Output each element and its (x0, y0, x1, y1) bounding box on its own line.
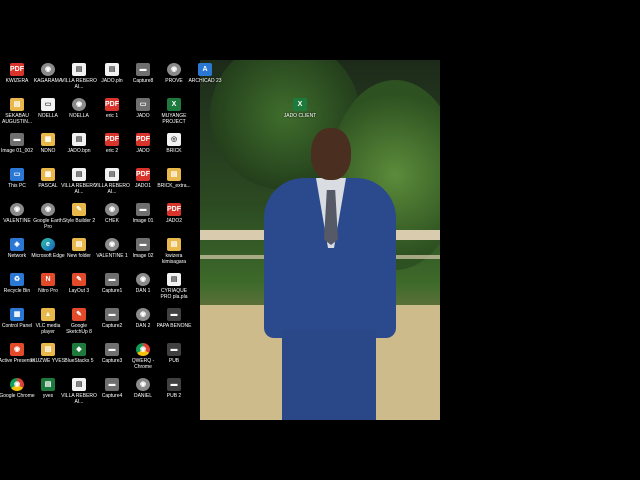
desktop-icon[interactable]: A ARCHICAD 23 (188, 63, 222, 99)
file-icon: ▤ (41, 378, 55, 391)
file-icon: ▤ (167, 168, 181, 181)
file-icon: A (198, 63, 212, 76)
file-icon: ▬ (105, 378, 119, 391)
file-icon: ◉ (41, 203, 55, 216)
file-icon: ▬ (105, 273, 119, 286)
file-icon: ◉ (10, 203, 24, 216)
file-icon: ◉ (41, 63, 55, 76)
desktop-icon[interactable]: ▤ kwizera kimisagara (157, 238, 191, 274)
desktop-icon[interactable]: ◎ BRICK (157, 133, 191, 169)
file-icon: PDF (10, 63, 24, 76)
desktop-icon[interactable]: ▤ VILLA REBERO AI... (61, 378, 97, 414)
desktop-icon[interactable]: ▤ JADO.bpn (62, 133, 96, 169)
file-icon: ▤ (72, 133, 86, 146)
desktop-icon-label: ARCHICAD 23 (188, 78, 222, 84)
desktop-icon[interactable]: X JADO CLIENT (283, 98, 317, 134)
file-icon: ▭ (10, 168, 24, 181)
desktop-icon-label: JADO CLIENT (283, 113, 317, 119)
file-icon: ▦ (41, 168, 55, 181)
file-icon: ✎ (72, 273, 86, 286)
file-icon: ◈ (10, 238, 24, 251)
file-icon: PDF (136, 133, 150, 146)
file-icon: ♻ (10, 273, 24, 286)
file-icon: ◉ (136, 308, 150, 321)
desktop-icon[interactable]: ▤ BRICK_extra... (157, 168, 191, 204)
file-icon: ▭ (136, 98, 150, 111)
file-icon: ◆ (72, 343, 86, 356)
file-icon: ▬ (105, 343, 119, 356)
file-icon: ◉ (10, 378, 24, 391)
file-icon: ◉ (72, 98, 86, 111)
file-icon: ▬ (10, 133, 24, 146)
file-icon: ▤ (105, 63, 119, 76)
desktop-icon[interactable]: ◆ BlueStacks 5 (62, 343, 96, 379)
file-icon: ▦ (10, 308, 24, 321)
file-icon: ◎ (167, 133, 181, 146)
person-trousers (282, 330, 376, 420)
person-head (311, 128, 351, 180)
file-icon: ✎ (72, 308, 86, 321)
file-icon: ▤ (72, 238, 86, 251)
desktop-icon-label: kwizera kimisagara (161, 253, 187, 265)
desktop-icon[interactable]: ✎ Style Builder 2 (62, 203, 96, 239)
file-icon: ▤ (72, 63, 86, 76)
file-icon: ▬ (136, 63, 150, 76)
file-icon: ◉ (167, 63, 181, 76)
file-icon: e (41, 238, 55, 251)
desktop-icon[interactable]: ▬ PUB (157, 343, 191, 379)
desktop-icon-label: JADO2 (165, 218, 183, 224)
file-icon: ▤ (167, 238, 181, 251)
file-icon: ▬ (136, 203, 150, 216)
desktop-icon[interactable]: ▬ PAPA BENONE (157, 308, 191, 344)
file-icon: PDF (105, 98, 119, 111)
file-icon: N (41, 273, 55, 286)
desktop-icon[interactable]: ▬ PUB 2 (157, 378, 191, 414)
file-icon: PDF (167, 203, 181, 216)
desktop-icon[interactable]: ✎ Google SketchUp 8 (62, 308, 96, 344)
file-icon: ▬ (167, 378, 181, 391)
desktop-icon[interactable]: ▤ CYRIAQUE PRO pla.pla (157, 273, 191, 309)
file-icon: ◉ (136, 378, 150, 391)
file-icon: ◉ (105, 203, 119, 216)
file-icon: ◉ (136, 273, 150, 286)
desktop: PDF KWIZERA ◉ KAGARAMA ▤ VILLA REBERO AI... ▤ J… (0, 60, 440, 420)
file-icon: PDF (105, 133, 119, 146)
file-icon: ▤ (167, 273, 181, 286)
file-icon: ▭ (41, 98, 55, 111)
file-icon: ▬ (105, 308, 119, 321)
desktop-icon-label: BRICK (166, 148, 182, 154)
desktop-icon[interactable]: ✎ LayOut 3 (62, 273, 96, 309)
file-icon: X (293, 98, 307, 111)
desktop-icon[interactable]: ▤ VILLA REBERO AI... (61, 63, 97, 99)
desktop-icon[interactable]: X MUYANGE PROJECT (157, 98, 191, 134)
file-icon: PDF (136, 168, 150, 181)
file-icon: ▤ (41, 343, 55, 356)
desktop-icon-label: PUB (168, 358, 180, 364)
desktop-icon-label: PAPA BENONE (156, 323, 192, 329)
file-icon: ▤ (105, 168, 119, 181)
desktop-icon[interactable]: ▤ New folder (62, 238, 96, 274)
file-icon: ✎ (72, 203, 86, 216)
desktop-icon-label: PUB 2 (166, 393, 182, 399)
file-icon: ◉ (136, 343, 150, 356)
desktop-icon[interactable]: ◉ NOELLA (62, 98, 96, 134)
file-icon: ▤ (72, 168, 86, 181)
file-icon: ▬ (167, 343, 181, 356)
file-icon: ▦ (41, 133, 55, 146)
file-icon: ▤ (10, 98, 24, 111)
desktop-icon-label: BRICK_extra... (157, 183, 191, 189)
desktop-icon[interactable]: PDF JADO2 (157, 203, 191, 239)
desktop-icon[interactable]: ▤ VILLA REBERO AI... (61, 168, 97, 204)
file-icon: ▲ (41, 308, 55, 321)
file-icon: ▬ (136, 238, 150, 251)
wallpaper-photo (200, 60, 440, 420)
file-icon: X (167, 98, 181, 111)
desktop-icon-label: MUYANGE PROJECT (161, 113, 187, 125)
file-icon: ◉ (105, 238, 119, 251)
file-icon: ▬ (167, 308, 181, 321)
desktop-icon-label: CYRIAQUE PRO pla.pla (160, 288, 188, 300)
file-icon: ▤ (72, 378, 86, 391)
file-icon: ◉ (10, 343, 24, 356)
